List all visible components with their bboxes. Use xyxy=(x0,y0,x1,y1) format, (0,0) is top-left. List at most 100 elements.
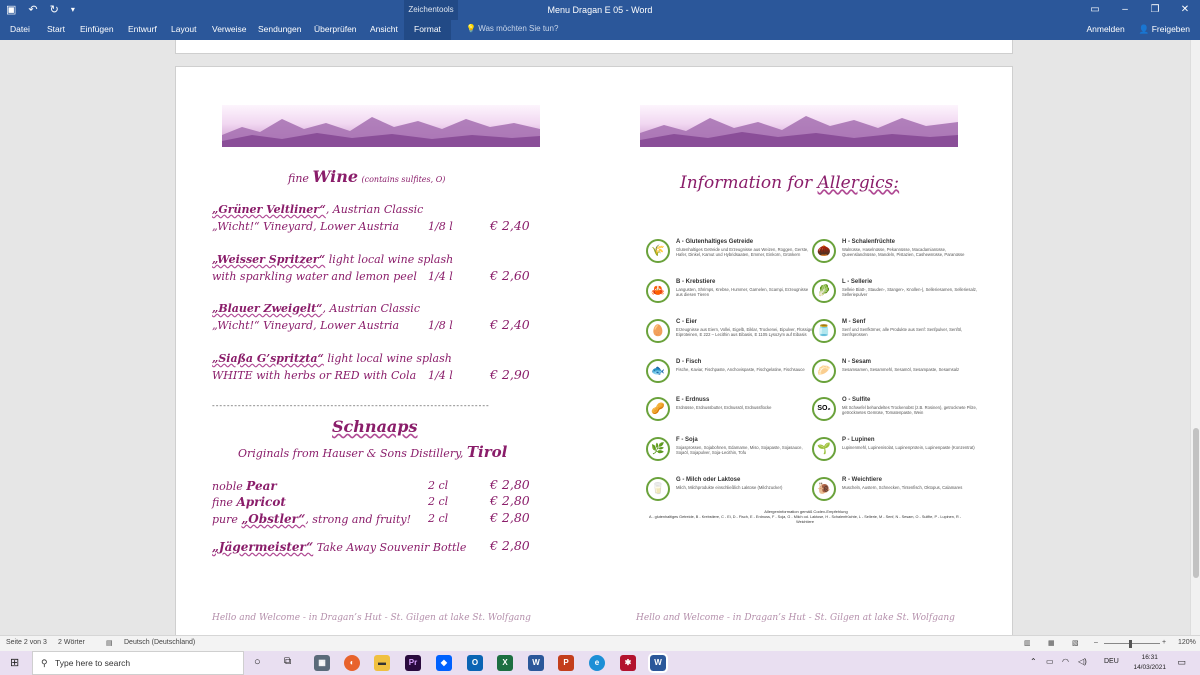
schnaaps-subheading: Originals from Hauser & Sons Distillery,… xyxy=(238,443,507,461)
wine-4-detail: light local wine splash xyxy=(323,352,452,365)
allergen-name: B - Krebstiere xyxy=(676,279,716,285)
jaegermeister-price: € 2,80 xyxy=(490,538,530,553)
tray-chevron-icon[interactable]: ⌃ xyxy=(1030,657,1037,666)
wine-3-line2: „Wicht!“ Vineyard, Lower Austria xyxy=(212,319,400,332)
document-area[interactable]: fine Wine (contains sulfites, O) „Grüner… xyxy=(0,40,1190,635)
app-splat-icon[interactable]: ✱ xyxy=(620,655,636,671)
tab-datei[interactable]: Datei xyxy=(10,20,30,40)
allergen-name: L - Sellerie xyxy=(842,279,873,285)
page-count[interactable]: Seite 2 von 3 xyxy=(6,639,47,646)
word-icon[interactable]: W xyxy=(528,655,544,671)
tab-verweise[interactable]: Verweise xyxy=(212,20,247,40)
signin-link[interactable]: Anmelden xyxy=(1086,20,1124,38)
save-icon[interactable]: ▣ xyxy=(6,3,16,17)
zoom-in-icon[interactable]: + xyxy=(1162,639,1166,646)
sesame-icon: 🥟 xyxy=(812,359,836,383)
ribbon-display-icon[interactable]: ▭ xyxy=(1080,0,1110,20)
schnaaps-3-price: € 2,80 xyxy=(490,510,530,525)
print-layout-icon[interactable]: ▦ xyxy=(1048,639,1055,647)
outlook-icon[interactable]: O xyxy=(467,655,483,671)
schnaaps-3: pure „Obstler“, strong and fruity! xyxy=(212,512,411,526)
task-view-icon[interactable]: ⧉ xyxy=(284,656,291,667)
zoom-out-icon[interactable]: – xyxy=(1094,639,1098,646)
celery-icon: 🥬 xyxy=(812,279,836,303)
wine-2-price: € 2,60 xyxy=(490,268,530,283)
tab-ansicht[interactable]: Ansicht xyxy=(370,20,398,40)
tell-me-text: Was möchten Sie tun? xyxy=(478,24,559,33)
wine-1-detail: , Austrian Classic xyxy=(325,203,424,216)
undo-icon[interactable]: ↶ xyxy=(28,3,37,17)
schnaaps-3-qty: 2 cl xyxy=(428,512,449,525)
excel-icon[interactable]: X xyxy=(497,655,513,671)
volume-icon[interactable]: ◁) xyxy=(1078,657,1087,666)
share-button[interactable]: 👤 Freigeben xyxy=(1139,20,1190,38)
wine-4-line1: „Siaßa G’spritzta“ light local wine spla… xyxy=(212,352,452,365)
taskbar-search-input[interactable]: ⚲ Type here to search xyxy=(32,651,244,675)
wine-4-line2: WHITE with herbs or RED with Cola xyxy=(212,369,417,382)
keyboard-language[interactable]: DEU xyxy=(1104,658,1119,665)
tab-einfuegen[interactable]: Einfügen xyxy=(80,20,114,40)
notifications-icon[interactable]: ▭ xyxy=(1177,657,1186,668)
wine-4-name: „Siaßa G’spritzta“ xyxy=(212,352,324,365)
wine-4-price: € 2,90 xyxy=(490,367,530,382)
tell-me-search[interactable]: 💡 Was möchten Sie tun? xyxy=(466,20,558,38)
file-explorer-icon[interactable]: ▬ xyxy=(374,655,390,671)
word-active-icon[interactable]: W xyxy=(648,653,668,673)
tab-sendungen[interactable]: Sendungen xyxy=(258,20,302,40)
dropbox-icon[interactable]: ◆ xyxy=(436,655,452,671)
wine-2-line2: with sparkling water and lemon peel xyxy=(212,270,417,283)
document-title: Menu Dragan E 05 - Word xyxy=(547,5,653,15)
tab-entwurf[interactable]: Entwurf xyxy=(128,20,157,40)
word-count[interactable]: 2 Wörter xyxy=(58,639,85,646)
schnaaps-2: fine Apricot xyxy=(212,495,286,509)
wifi-icon[interactable]: ◠ xyxy=(1062,657,1069,666)
windows-start-icon[interactable]: ⊞ xyxy=(10,656,19,669)
wine-heading-prefix: fine xyxy=(288,172,309,185)
allergen-desc: Sesamsamen, Sesammehl, Sesamöl, Sesampas… xyxy=(842,367,960,372)
tab-format[interactable]: Format xyxy=(404,20,451,40)
tab-layout[interactable]: Layout xyxy=(171,20,197,40)
premiere-icon[interactable]: Pr xyxy=(405,655,421,671)
firefox-icon[interactable]: ◐ xyxy=(344,655,360,671)
scrollbar-thumb[interactable] xyxy=(1193,428,1199,578)
tab-start[interactable]: Start xyxy=(47,20,65,40)
zoom-slider[interactable] xyxy=(1104,643,1160,644)
sulfite-icon: SO₂ xyxy=(812,397,836,421)
allergen-desc: Lupinenmehl, Lupinenisolat, Lupinenprote… xyxy=(842,445,975,450)
close-icon[interactable]: ✕ xyxy=(1170,0,1200,20)
calculator-icon[interactable]: ▦ xyxy=(314,655,330,671)
maximize-icon[interactable]: ❐ xyxy=(1140,0,1170,20)
vertical-scrollbar[interactable] xyxy=(1190,40,1200,635)
schnaaps-1-qty: 2 cl xyxy=(428,479,449,492)
taskbar-clock[interactable]: 16:31 14/03/2021 xyxy=(1133,653,1166,673)
zoom-slider-thumb[interactable] xyxy=(1129,640,1132,648)
zoom-level[interactable]: 120% xyxy=(1178,639,1196,646)
wine-1-line1: „Grüner Veltliner“, Austrian Classic xyxy=(212,203,423,216)
proofing-icon[interactable]: ▤ xyxy=(106,639,113,647)
powerpoint-icon[interactable]: P xyxy=(558,655,574,671)
allergy-heading: Information for Allergics: xyxy=(680,173,899,193)
customize-qat-icon[interactable]: ▾ xyxy=(71,3,75,17)
egg-icon: 🥚 xyxy=(646,319,670,343)
mountain-banner-left xyxy=(222,105,540,147)
document-page[interactable]: fine Wine (contains sulfites, O) „Grüner… xyxy=(175,66,1013,635)
network-icon[interactable]: ▭ xyxy=(1046,657,1054,666)
redo-icon[interactable]: ↻ xyxy=(50,3,59,17)
edge-icon[interactable]: e xyxy=(589,655,605,671)
tab-ueberpruefen[interactable]: Überprüfen xyxy=(314,20,357,40)
read-mode-icon[interactable]: ▥ xyxy=(1024,639,1031,647)
allergen-desc: Selleie Blatt-, Stauden-, Stangen-, Knol… xyxy=(842,287,977,298)
cortana-icon[interactable]: ○ xyxy=(254,656,261,668)
schnaaps-1-prefix: noble xyxy=(212,480,243,493)
schnaaps-2-qty: 2 cl xyxy=(428,495,449,508)
minimize-icon[interactable]: – xyxy=(1110,0,1140,20)
allergen-desc: Mit Schwefel behandeltes Trockenobst (z.… xyxy=(842,405,977,416)
web-layout-icon[interactable]: ▧ xyxy=(1072,639,1079,647)
status-bar: Seite 2 von 3 2 Wörter ▤ Deutsch (Deutsc… xyxy=(0,635,1200,651)
language-indicator[interactable]: Deutsch (Deutschland) xyxy=(124,639,195,646)
nut-icon: 🌰 xyxy=(812,239,836,263)
allergen-name: O - Sulfite xyxy=(842,397,871,403)
allergen-desc: Sojasprossen, Sojabohnen, Edamame, Miso,… xyxy=(676,445,803,456)
allergen-desc: Glutenhaltiges Getreide und Erzeugnisse … xyxy=(676,247,809,258)
mountain-silhouette-icon xyxy=(640,116,958,147)
